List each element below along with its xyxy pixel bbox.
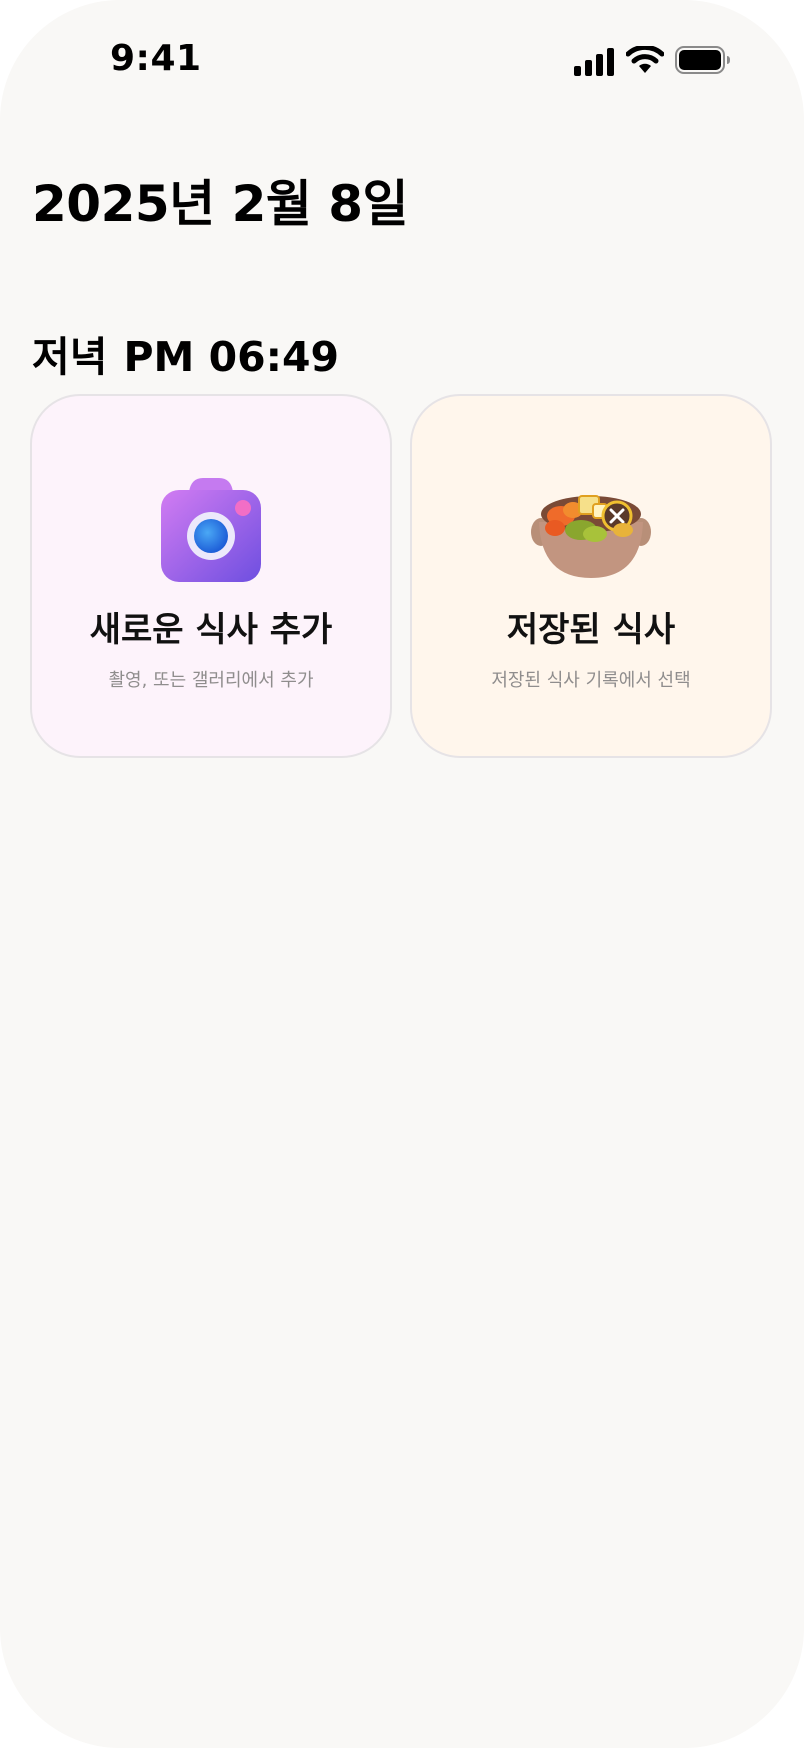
- add-meal-subtitle: 촬영, 또는 갤러리에서 추가: [108, 670, 314, 691]
- battery-icon: [675, 46, 730, 74]
- phone-screen: 9:41 2025년 2월 8일 저녁 PM 06:49 새로운 식사 추가 촬…: [0, 0, 804, 1748]
- add-new-meal-card[interactable]: 새로운 식사 추가 촬영, 또는 갤러리에서 추가: [30, 394, 392, 758]
- status-time: 9:41: [110, 38, 202, 79]
- saved-meals-card[interactable]: 저장된 식사 저장된 식사 기록에서 선택: [410, 394, 772, 758]
- saved-meals-title: 저장된 식사: [506, 610, 676, 650]
- hotpot-icon: [531, 495, 651, 578]
- meal-heading: 저녁 PM 06:49: [32, 323, 339, 383]
- meal-time: PM 06:49: [123, 333, 340, 381]
- camera-icon: [161, 478, 261, 582]
- cellular-signal-icon: [574, 48, 614, 76]
- saved-meals-subtitle: 저장된 식사 기록에서 선택: [491, 670, 691, 691]
- add-meal-title: 새로운 식사 추가: [89, 610, 333, 650]
- wifi-icon: [626, 46, 664, 73]
- meal-label: 저녁: [32, 333, 108, 381]
- date-title: 2025년 2월 8일: [32, 175, 409, 233]
